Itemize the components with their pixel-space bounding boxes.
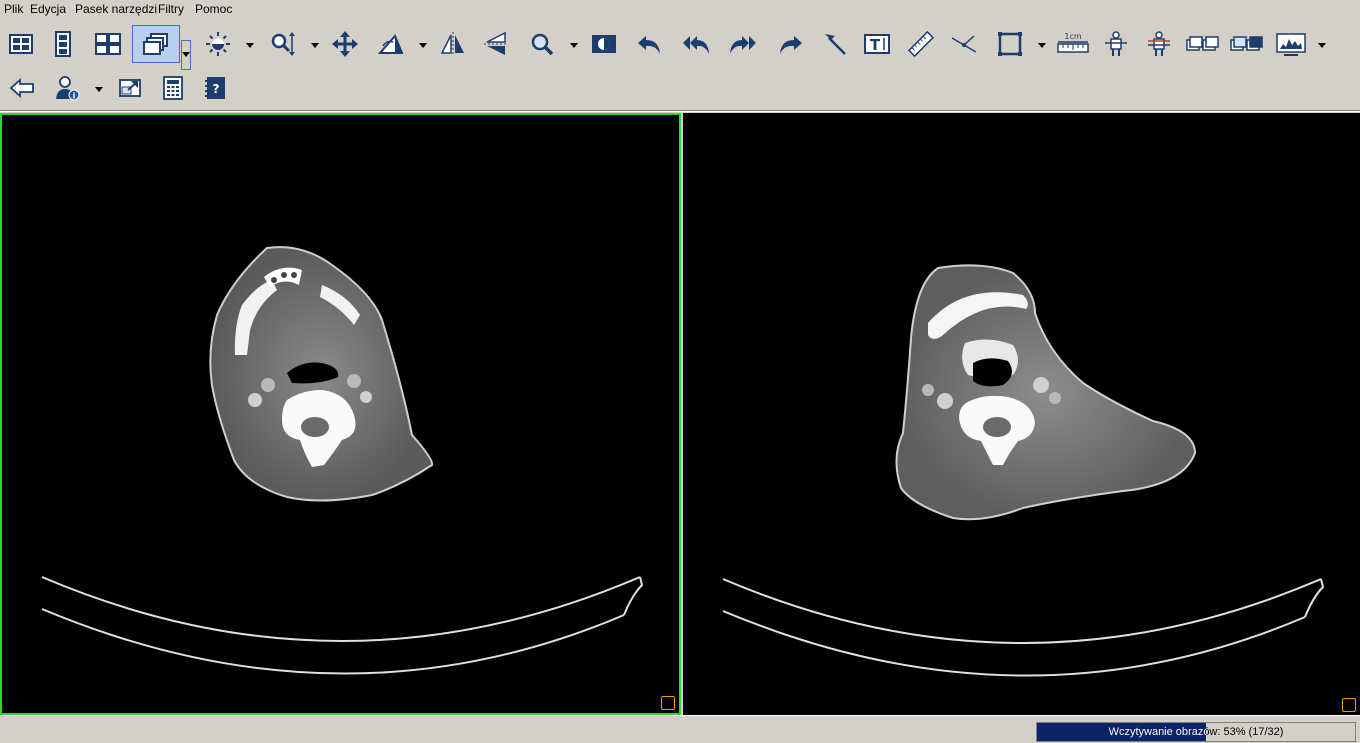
ruler-icon[interactable] bbox=[906, 29, 936, 59]
text-tool-label: T bbox=[870, 36, 881, 54]
rotate-icon[interactable] bbox=[376, 29, 406, 59]
brightness-icon[interactable] bbox=[203, 29, 233, 59]
ct-image-right bbox=[722, 264, 1325, 677]
menu-bar: Plik Edycja Pasek narzędzi Filtry Pomoc bbox=[0, 0, 1360, 18]
stack-dropdown[interactable] bbox=[181, 40, 191, 70]
rotate-dropdown[interactable] bbox=[419, 42, 427, 50]
zoom-dropdown[interactable] bbox=[311, 42, 319, 50]
body-reference-icon[interactable] bbox=[1144, 29, 1174, 59]
brightness-dropdown[interactable] bbox=[246, 42, 254, 50]
magnifier-dropdown[interactable] bbox=[570, 42, 578, 50]
magnifier-icon[interactable] bbox=[527, 29, 557, 59]
scale-label: 1cm bbox=[1064, 32, 1081, 41]
back-arrow-icon[interactable] bbox=[7, 73, 37, 103]
toolbar: T 1cm i ? bbox=[0, 18, 1360, 110]
loading-progress-text-overlay: Wczytywanie obrazów: 53% (17/32) bbox=[1108, 726, 1206, 738]
undo-all-icon[interactable] bbox=[681, 29, 711, 59]
flip-horizontal-icon[interactable] bbox=[438, 29, 468, 59]
viewport-left[interactable] bbox=[0, 113, 681, 715]
series-sync-icon[interactable] bbox=[1185, 29, 1219, 59]
zoom-icon[interactable] bbox=[268, 29, 298, 59]
svg-text:i: i bbox=[73, 92, 76, 101]
ct-image-left bbox=[41, 246, 644, 675]
patient-info-icon[interactable]: i bbox=[52, 73, 82, 103]
menu-edycja[interactable]: Edycja bbox=[30, 2, 66, 16]
viewport-left-corner-marker[interactable] bbox=[661, 696, 675, 710]
status-bar: Wczytywanie obrazów: 53% (17/32) Wczytyw… bbox=[0, 715, 1360, 743]
redo-all-icon[interactable] bbox=[728, 29, 758, 59]
external-window-icon[interactable] bbox=[115, 73, 145, 103]
histogram-dropdown[interactable] bbox=[1318, 42, 1326, 50]
pan-icon[interactable] bbox=[330, 29, 360, 59]
toolbar-separator bbox=[0, 110, 1360, 112]
viewport-right-corner-marker[interactable] bbox=[1342, 698, 1356, 712]
help-icon[interactable]: ? bbox=[201, 73, 231, 103]
rectangle-icon[interactable] bbox=[995, 29, 1025, 59]
redo-icon[interactable] bbox=[775, 29, 805, 59]
menu-pasek-narzedzi[interactable]: Pasek narzędzi bbox=[75, 2, 157, 16]
viewport-right[interactable] bbox=[683, 113, 1360, 715]
filmstrip-icon[interactable] bbox=[48, 29, 78, 59]
calculator-icon[interactable] bbox=[158, 73, 188, 103]
invert-icon[interactable] bbox=[589, 29, 619, 59]
body-orientation-icon[interactable] bbox=[1101, 29, 1131, 59]
menu-plik[interactable]: Plik bbox=[4, 2, 23, 16]
scale-1cm-icon[interactable]: 1cm bbox=[1056, 29, 1090, 59]
patient-info-dropdown[interactable] bbox=[95, 86, 103, 94]
stack-windows-icon[interactable] bbox=[132, 25, 180, 63]
grid-layout-icon[interactable] bbox=[93, 29, 123, 59]
series-link-icon[interactable] bbox=[1229, 29, 1263, 59]
loading-progress-bar: Wczytywanie obrazów: 53% (17/32) Wczytyw… bbox=[1036, 722, 1356, 742]
text-annotation-icon[interactable]: T bbox=[862, 29, 892, 59]
help-label: ? bbox=[213, 82, 220, 96]
flip-vertical-icon[interactable] bbox=[481, 29, 511, 59]
menu-filtry[interactable]: Filtry bbox=[158, 2, 184, 16]
layout-list-icon[interactable] bbox=[6, 29, 36, 59]
undo-icon[interactable] bbox=[635, 29, 665, 59]
angle-icon[interactable] bbox=[949, 29, 979, 59]
rectangle-dropdown[interactable] bbox=[1038, 42, 1046, 50]
menu-pomoc[interactable]: Pomoc bbox=[195, 2, 232, 16]
histogram-monitor-icon[interactable] bbox=[1274, 29, 1308, 59]
pointer-arrow-icon[interactable] bbox=[820, 29, 850, 59]
